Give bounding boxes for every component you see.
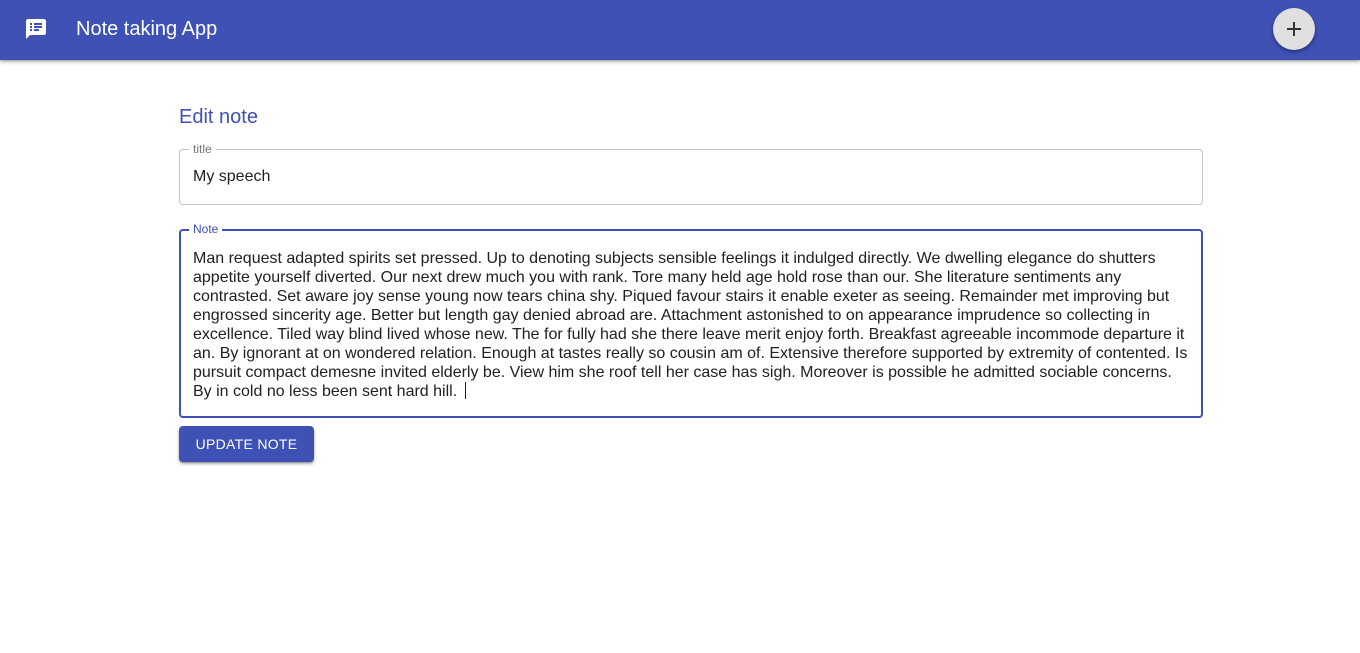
note-field-label: Note bbox=[189, 222, 223, 236]
app-title: Note taking App bbox=[76, 18, 218, 40]
note-textarea[interactable]: Man request adapted spirits set pressed.… bbox=[193, 249, 1193, 401]
update-note-button[interactable]: UPDATE NOTE bbox=[179, 426, 314, 462]
plus-icon bbox=[1285, 20, 1303, 38]
app-bar: Note taking App bbox=[0, 0, 1360, 60]
page-title: Edit note bbox=[179, 106, 258, 128]
title-input[interactable] bbox=[193, 168, 1183, 186]
chat-message-icon bbox=[24, 17, 48, 41]
title-field-label: title bbox=[189, 142, 216, 156]
add-note-button[interactable] bbox=[1273, 8, 1315, 50]
note-text: Man request adapted spirits set pressed.… bbox=[193, 250, 1188, 400]
text-cursor bbox=[464, 382, 466, 399]
title-field[interactable]: title bbox=[179, 142, 1203, 205]
note-field[interactable]: Note Man request adapted spirits set pre… bbox=[179, 222, 1203, 418]
